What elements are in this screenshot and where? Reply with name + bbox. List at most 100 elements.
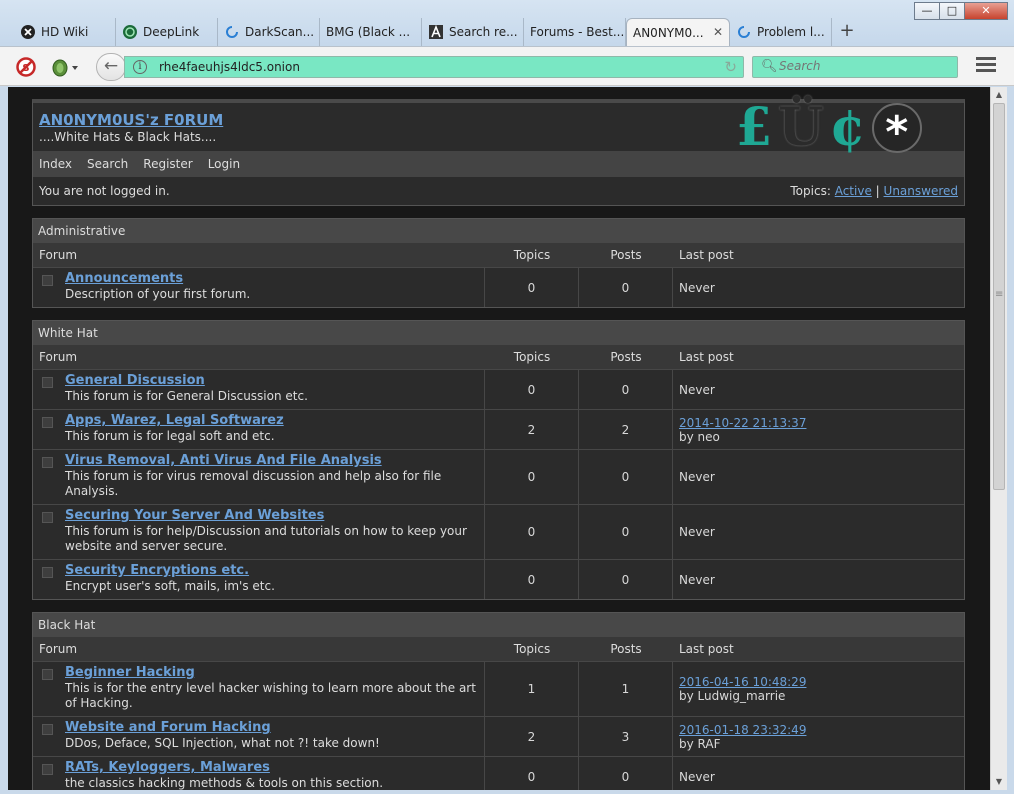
topics-links: Topics: Active | Unanswered <box>790 184 958 198</box>
topic-count: 0 <box>485 757 579 790</box>
tab-label: Search re... <box>449 25 518 39</box>
forum-link[interactable]: RATs, Keyloggers, Malwares <box>65 760 478 776</box>
nav-register[interactable]: Register <box>143 157 192 171</box>
logo-cent-glyph: ¢ <box>829 97 866 158</box>
topic-count: 0 <box>485 450 579 504</box>
forum-link[interactable]: Security Encryptions etc. <box>65 563 478 579</box>
tab-anonymous-forum[interactable]: AN0NYM0... ✕ <box>626 18 730 46</box>
tab-deeplink[interactable]: DeepLink <box>116 18 218 46</box>
forum-cell: General Discussion This forum is for Gen… <box>33 370 485 409</box>
forum-description: This is for the entry level hacker wishi… <box>65 681 476 710</box>
forum-status-icon <box>42 512 53 523</box>
hamburger-menu-icon[interactable] <box>976 57 996 75</box>
nav-index[interactable]: Index <box>39 157 72 171</box>
back-button[interactable]: ← <box>96 53 126 81</box>
col-posts: Posts <box>610 248 642 262</box>
no-script-icon[interactable]: S <box>16 57 36 77</box>
forum-link[interactable]: Securing Your Server And Websites <box>65 508 478 524</box>
forum-row: Security Encryptions etc. Encrypt user's… <box>33 559 964 599</box>
forum-link[interactable]: Virus Removal, Anti Virus And File Analy… <box>65 453 478 469</box>
forum-status-icon <box>42 724 53 735</box>
forum-status-icon <box>42 275 53 286</box>
tab-search-results[interactable]: Search re... <box>422 18 524 46</box>
forum-link[interactable]: Announcements <box>65 271 478 287</box>
forum-row: Website and Forum Hacking DDos, Deface, … <box>33 716 964 756</box>
forum-link[interactable]: Apps, Warez, Legal Softwarez <box>65 413 478 429</box>
last-post-cell: Never <box>673 560 964 599</box>
last-post-link[interactable]: 2016-04-16 10:48:29 <box>679 675 958 689</box>
tab-forums-best[interactable]: Forums - Best... <box>524 18 626 46</box>
forum-header: AN0NYM0US'z F0RUM ....White Hats & Black… <box>32 99 965 206</box>
minimize-button[interactable]: — <box>914 2 940 20</box>
forum-link[interactable]: General Discussion <box>65 373 478 389</box>
last-post-author: by neo <box>679 429 720 444</box>
topic-count: 1 <box>485 662 579 716</box>
last-post: Never <box>679 572 715 587</box>
last-post-cell: Never <box>673 505 964 559</box>
last-post-link[interactable]: 2016-01-18 23:32:49 <box>679 723 958 737</box>
site-logo: £ Ü ¢ * <box>736 97 922 158</box>
tab-label: BMG (Black ... <box>326 25 411 39</box>
page-viewport: AN0NYM0US'z F0RUM ....White Hats & Black… <box>8 87 990 790</box>
maximize-button[interactable]: □ <box>939 2 965 20</box>
close-tab-icon[interactable]: ✕ <box>713 25 723 39</box>
url-bar[interactable]: i rhe4faeuhjs4ldc5.onion ↻ <box>124 56 744 78</box>
nav-login[interactable]: Login <box>208 157 240 171</box>
col-forum: Forum <box>39 642 78 656</box>
forum-link[interactable]: Beginner Hacking <box>65 665 478 681</box>
reload-button[interactable]: ↻ <box>724 58 737 76</box>
tab-darkscan[interactable]: DarkScan... <box>218 18 320 46</box>
forum-description: This forum is for virus removal discussi… <box>65 469 442 498</box>
col-last-post: Last post <box>679 642 734 656</box>
search-input[interactable] <box>779 59 949 73</box>
globe-icon <box>122 24 138 40</box>
forum-link[interactable]: Website and Forum Hacking <box>65 720 478 736</box>
close-window-button[interactable]: ✕ <box>964 2 1008 20</box>
scroll-thumb[interactable] <box>993 103 1005 490</box>
tor-onion-icon[interactable] <box>50 57 82 77</box>
post-count: 0 <box>579 268 673 307</box>
scroll-up-icon[interactable]: ▲ <box>991 87 1007 103</box>
last-post-cell: Never <box>673 450 964 504</box>
active-topics-link[interactable]: Active <box>835 184 872 198</box>
column-headers: Forum Topics Posts Last post <box>33 345 964 369</box>
tab-label: DeepLink <box>143 25 200 39</box>
last-post-link[interactable]: 2014-10-22 21:13:37 <box>679 416 958 430</box>
col-forum: Forum <box>39 350 78 364</box>
column-headers: Forum Topics Posts Last post <box>33 637 964 661</box>
unanswered-topics-link[interactable]: Unanswered <box>884 184 958 198</box>
last-post-cell: Never <box>673 757 964 790</box>
category-title: White Hat <box>33 321 964 345</box>
col-posts: Posts <box>610 642 642 656</box>
topic-count: 0 <box>485 268 579 307</box>
navigation-toolbar: S ← i rhe4faeuhjs4ldc5.onion ↻ 🔍︎ <box>0 46 1014 86</box>
site-info-icon[interactable]: i <box>133 60 147 74</box>
nav-search[interactable]: Search <box>87 157 128 171</box>
browser-titlebar: — □ ✕ HD Wiki DeepLink DarkScan... BMG (… <box>0 0 1014 52</box>
forum-description: This forum is for General Discussion etc… <box>65 389 308 403</box>
forum-page: AN0NYM0US'z F0RUM ....White Hats & Black… <box>32 99 965 790</box>
tab-hd-wiki[interactable]: HD Wiki <box>14 18 116 46</box>
last-post: Never <box>679 470 715 484</box>
search-bar[interactable]: 🔍︎ <box>752 56 958 78</box>
a-logo-icon <box>428 24 444 40</box>
category-administrative: Administrative Forum Topics Posts Last p… <box>32 218 965 308</box>
brand-area: AN0NYM0US'z F0RUM ....White Hats & Black… <box>33 99 964 158</box>
forum-description: Description of your first forum. <box>65 287 251 301</box>
post-count: 3 <box>579 717 673 756</box>
post-count: 2 <box>579 410 673 449</box>
new-tab-button[interactable]: + <box>832 18 862 46</box>
tab-bmg[interactable]: BMG (Black ... <box>320 18 422 46</box>
topic-count: 2 <box>485 410 579 449</box>
post-count: 0 <box>579 757 673 790</box>
forum-cell: Apps, Warez, Legal Softwarez This forum … <box>33 410 485 449</box>
loading-icon <box>224 24 240 40</box>
forum-status-icon <box>42 567 53 578</box>
topic-count: 0 <box>485 370 579 409</box>
topic-count: 0 <box>485 560 579 599</box>
logo-u-glyph: Ü <box>778 97 824 158</box>
scroll-down-icon[interactable]: ▼ <box>991 774 1007 790</box>
forum-cell: RATs, Keyloggers, Malwares the classics … <box>33 757 485 790</box>
tab-problem[interactable]: Problem l... <box>730 18 832 46</box>
vertical-scrollbar[interactable]: ▲ ▼ <box>990 87 1007 790</box>
